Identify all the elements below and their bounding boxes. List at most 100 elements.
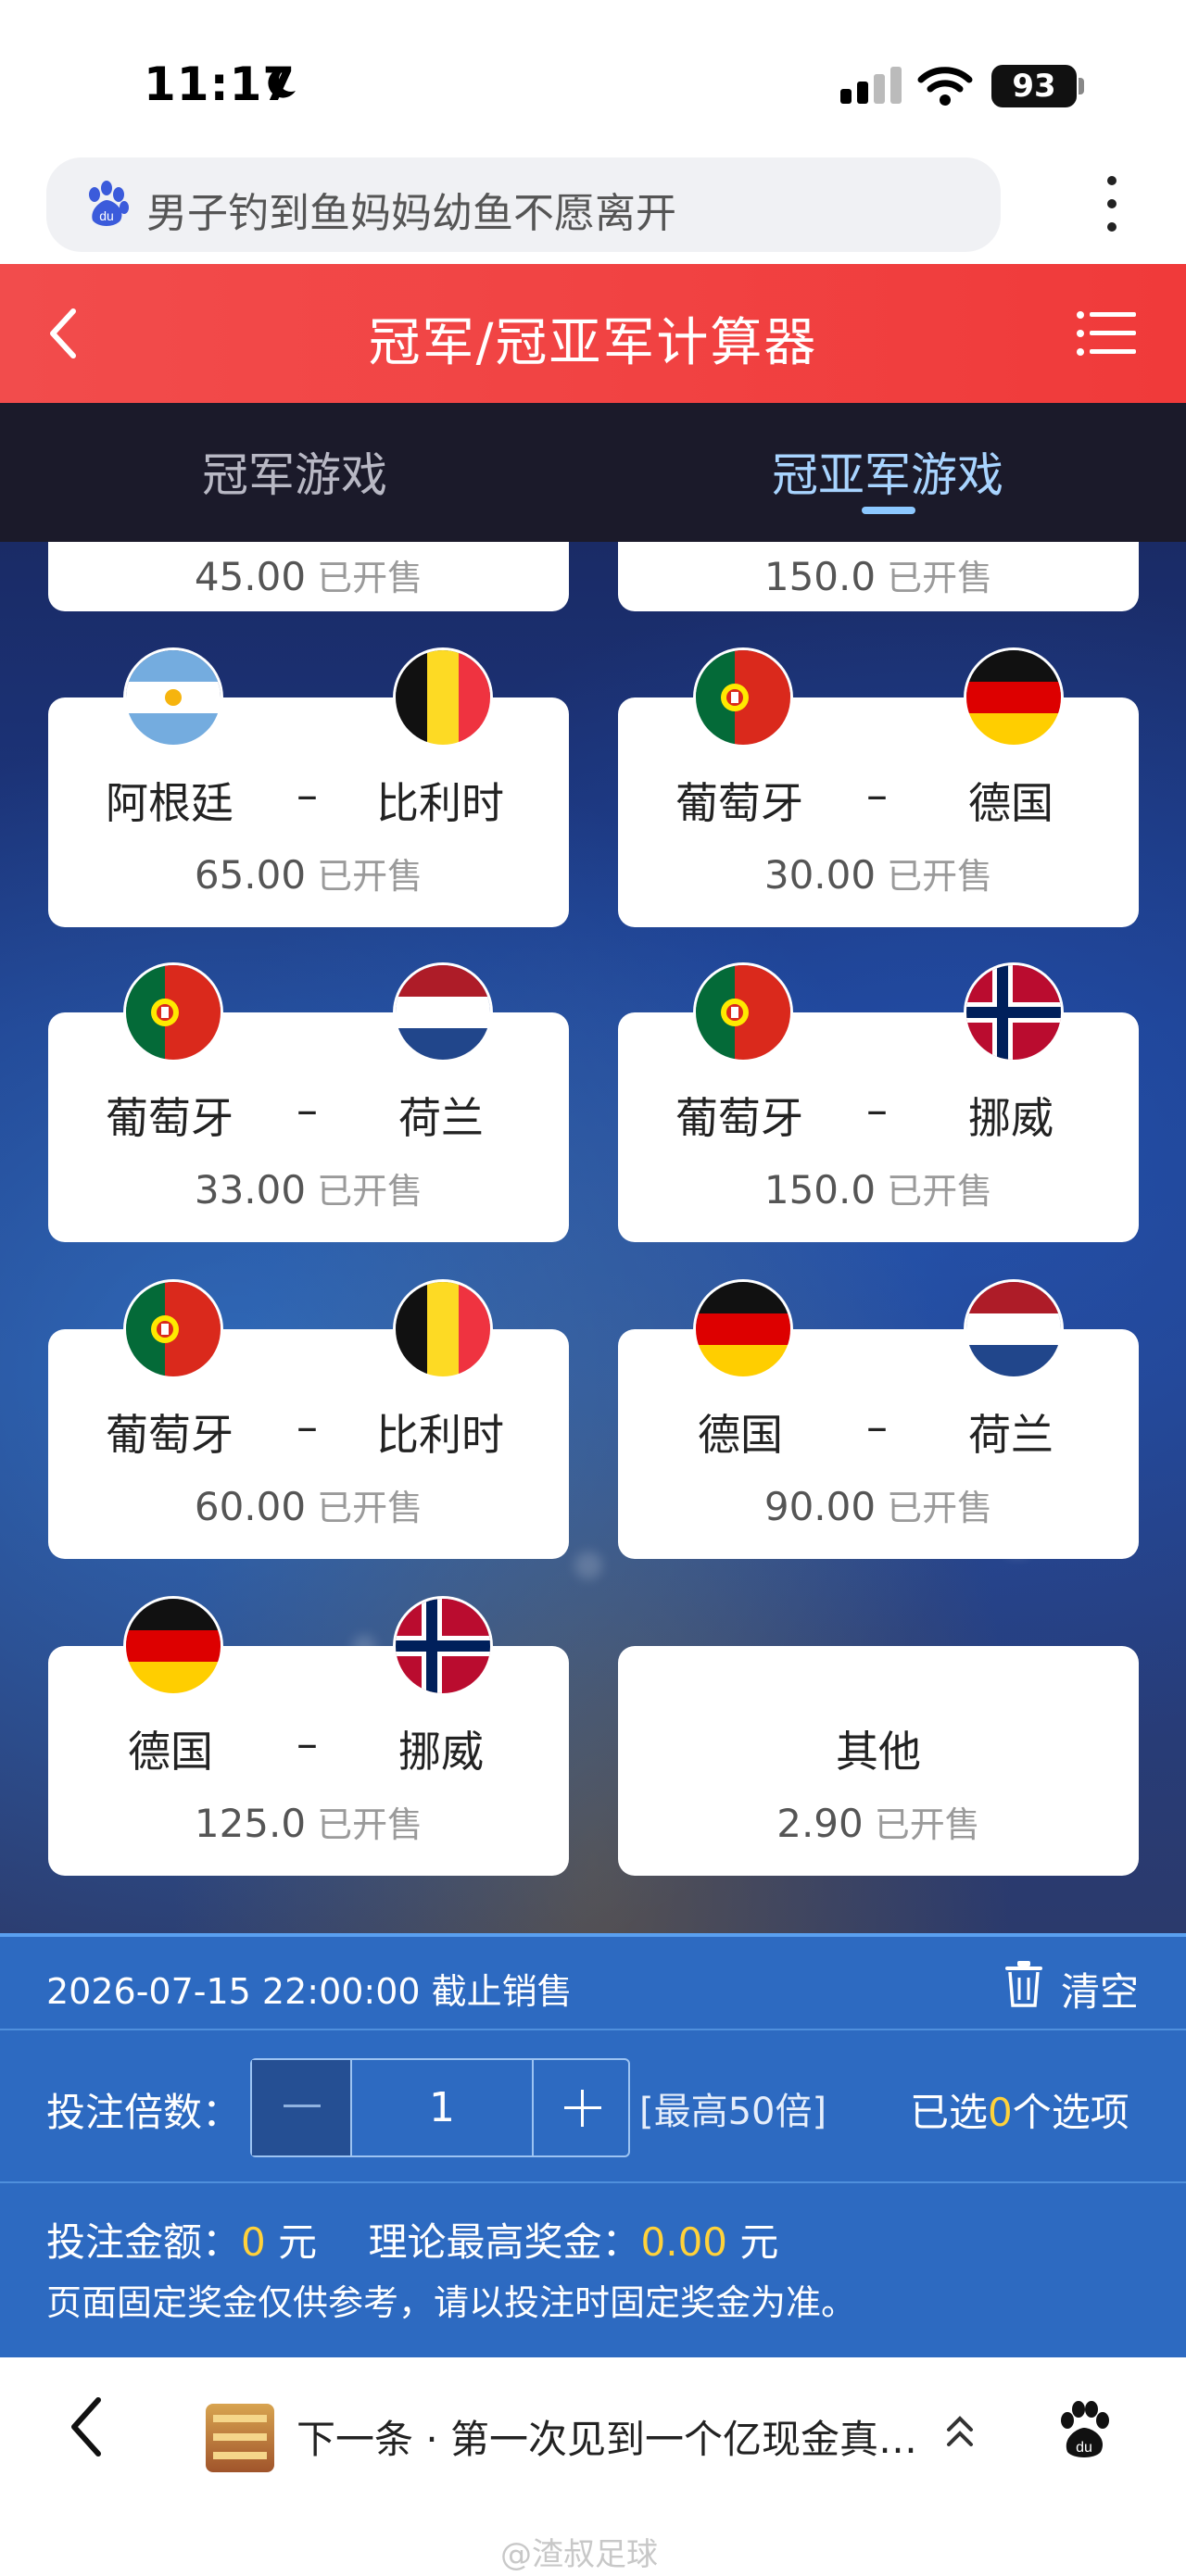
app-header: 冠军/冠亚军计算器 [0, 264, 1186, 403]
increase-button[interactable] [532, 2060, 628, 2155]
odds-line: 45.00 已开售 [48, 549, 569, 600]
stadium-light [574, 1552, 602, 1579]
double-chevron-up-icon[interactable] [941, 2409, 978, 2457]
separator: – [866, 1085, 888, 1135]
match-card-partial[interactable]: 45.00 已开售 [48, 542, 569, 611]
odds-line: 125.0 已开售 [48, 1796, 569, 1847]
match-card[interactable]: 德国 – 挪威 125.0 已开售 [48, 1646, 569, 1876]
max-prize-label: 理论最高奖金： [368, 2219, 641, 2265]
odds-value: 150.0 [763, 1167, 877, 1213]
team2-name: 荷兰 [968, 1410, 1054, 1460]
back-chevron-icon[interactable] [65, 2394, 111, 2459]
bet-amount-value: 0 [241, 2219, 266, 2265]
germany-flag-icon [966, 650, 1061, 745]
team1-name: 葡萄牙 [106, 1093, 233, 1143]
max-multiplier-hint: [最高50倍] [639, 2091, 827, 2133]
match-card[interactable]: 阿根廷 – 比利时 65.00 已开售 [48, 697, 569, 927]
team1-name: 葡萄牙 [675, 1093, 803, 1143]
team1-name: 德国 [128, 1727, 213, 1777]
active-tab-indicator [862, 507, 915, 514]
match-card[interactable]: 葡萄牙 – 比利时 60.00 已开售 [48, 1329, 569, 1559]
bet-amount-label: 投注金额： [46, 2219, 242, 2265]
odds-value: 60.00 [194, 1484, 307, 1529]
clear-button[interactable]: 清空 [1061, 1961, 1139, 2017]
team1-name: 德国 [698, 1410, 783, 1460]
baidu-icon: du [89, 181, 129, 226]
match-grid: 45.00 已开售 150.0 已开售 阿根廷 – 比利时 65.00 已开售 葡萄牙… [0, 542, 1186, 1933]
sale-status: 已开售 [887, 856, 993, 897]
sale-status: 已开售 [317, 558, 423, 598]
odds-line: 60.00 已开售 [48, 1479, 569, 1530]
norway-flag-icon [396, 1599, 490, 1693]
odds-line: 30.00 已开售 [618, 848, 1139, 898]
battery-indicator: 93 [991, 65, 1077, 107]
next-news-link[interactable]: 下一条 · 第一次见到一个亿现金真… [296, 2408, 917, 2465]
odds-line: 150.0 已开售 [618, 549, 1139, 600]
odds-value: 90.00 [763, 1484, 877, 1529]
argentina-flag-icon [126, 650, 221, 745]
amount-bar: 投注金额：0 元 理论最高奖金：0.00 元 页面固定奖金仅供参考，请以投注时固… [0, 2181, 1186, 2357]
match-card[interactable]: 德国 – 荷兰 90.00 已开售 [618, 1329, 1139, 1559]
multiplier-label: 投注倍数： [46, 2090, 242, 2135]
netherlands-flag-icon [396, 965, 490, 1060]
amount-line: 投注金额：0 元 理论最高奖金：0.00 元 [46, 2211, 778, 2268]
tab-champion-game[interactable]: 冠军游戏 [202, 438, 387, 505]
svg-text:du: du [1076, 2440, 1092, 2456]
minus-icon [284, 2105, 321, 2107]
watermark: @渣叔足球 [500, 2536, 658, 2573]
match-card[interactable]: 葡萄牙 – 挪威 150.0 已开售 [618, 1012, 1139, 1242]
odds-value: 33.00 [194, 1167, 307, 1213]
max-prize-value: 0.00 [640, 2219, 728, 2265]
thumb-stripe [213, 2415, 267, 2422]
menu-list-icon[interactable] [1075, 306, 1138, 361]
sale-status: 已开售 [317, 1171, 423, 1212]
search-bar[interactable]: du 男子钓到鱼妈妈幼鱼不愿离开 [46, 157, 1001, 252]
separator: – [866, 1401, 888, 1451]
netherlands-flag-icon [966, 1282, 1061, 1376]
disclaimer-note: 页面固定奖金仅供参考，请以投注时固定奖金为准。 [46, 2282, 857, 2323]
decrease-button[interactable] [252, 2060, 352, 2155]
sale-status: 已开售 [874, 1804, 980, 1845]
status-bar: 11:17 93 [0, 0, 1186, 148]
sale-status: 已开售 [317, 1804, 423, 1845]
multiplier-stepper: 1 [250, 2058, 630, 2157]
team2-name: 比利时 [376, 778, 504, 828]
team2-name: 挪威 [968, 1093, 1054, 1143]
odds-value: 45.00 [194, 554, 307, 599]
team1-name: 葡萄牙 [106, 1410, 233, 1460]
match-card-partial[interactable]: 150.0 已开售 [618, 542, 1139, 611]
bet-amount-unit: 元 [278, 2219, 318, 2265]
odds-line: 90.00 已开售 [618, 1479, 1139, 1530]
selected-count-text: 已选0个选项 [910, 2081, 1129, 2138]
portugal-flag-icon [126, 965, 221, 1060]
sale-status: 已开售 [887, 558, 993, 598]
max-prize-unit: 元 [739, 2219, 779, 2265]
baidu-paw-icon[interactable]: du [1056, 2400, 1112, 2461]
selected-count: 0 [988, 2090, 1013, 2135]
match-card[interactable]: 葡萄牙 – 荷兰 33.00 已开售 [48, 1012, 569, 1242]
more-vertical-icon[interactable] [1093, 171, 1130, 236]
odds-value: 125.0 [194, 1801, 307, 1846]
tab-final-game[interactable]: 冠亚军游戏 [772, 438, 1003, 505]
svg-text:du: du [99, 208, 114, 223]
odds-line: 150.0 已开售 [618, 1162, 1139, 1213]
battery-tip [1079, 78, 1084, 94]
multiplier-input[interactable]: 1 [352, 2060, 532, 2155]
separator: – [296, 1718, 318, 1768]
odds-line: 33.00 已开售 [48, 1162, 569, 1213]
norway-flag-icon [966, 965, 1061, 1060]
team1-name: 阿根廷 [106, 778, 233, 828]
odds-value: 150.0 [763, 554, 877, 599]
selected-suffix: 个选项 [1012, 2090, 1129, 2135]
separator: – [296, 1085, 318, 1135]
match-card[interactable]: 葡萄牙 – 德国 30.00 已开售 [618, 697, 1139, 927]
trash-icon[interactable] [1003, 1961, 1044, 2007]
portugal-flag-icon [126, 1282, 221, 1376]
moon-icon [268, 68, 296, 98]
match-card-other[interactable]: 其他 2.90 已开售 [618, 1646, 1139, 1876]
portugal-flag-icon [696, 965, 790, 1060]
search-query: 男子钓到鱼妈妈幼鱼不愿离开 [146, 190, 676, 237]
news-thumbnail[interactable] [206, 2404, 274, 2472]
team2-name: 比利时 [376, 1410, 504, 1460]
bottom-nav: 下一条 · 第一次见到一个亿现金真… du @渣叔足球 [0, 2357, 1186, 2576]
